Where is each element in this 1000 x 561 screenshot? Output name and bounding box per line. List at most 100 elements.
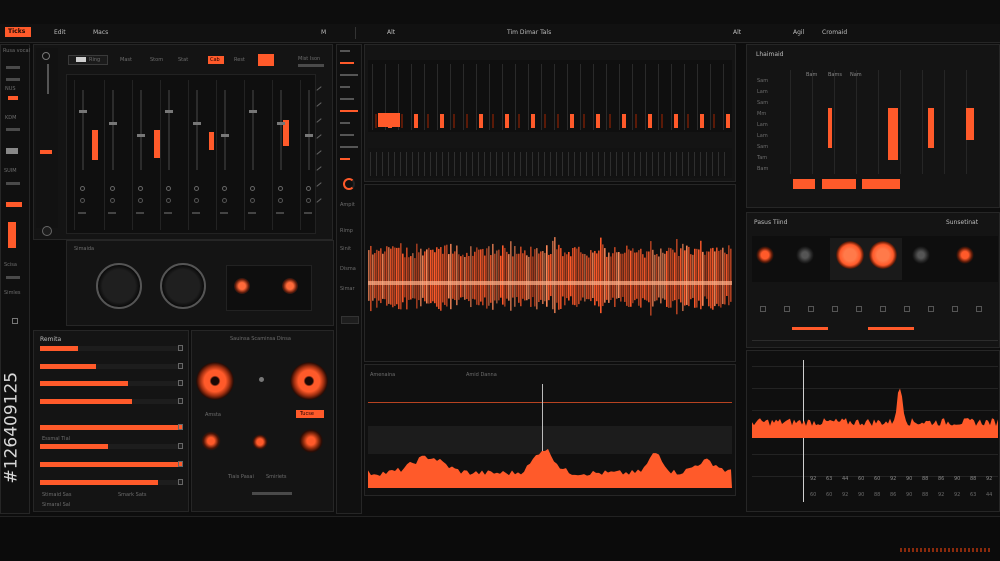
mixer-tab-3-label[interactable]: Stat [178,57,188,64]
channel-fader-track[interactable] [196,90,198,170]
menu-macs[interactable]: Macs [93,29,108,36]
channel-fader-track[interactable] [224,90,226,170]
speaker-right[interactable] [290,362,328,400]
control-glyph[interactable] [952,306,958,312]
sequencer-step[interactable] [492,114,494,128]
sequencer-step[interactable] [700,114,704,128]
sequencer-step[interactable] [609,114,611,128]
right-mid-slider-1[interactable] [792,327,828,330]
channel-knob[interactable] [166,198,171,203]
menu-alt-right[interactable]: Alt [733,29,741,36]
channel-knob[interactable] [194,186,199,191]
control-glyph[interactable] [832,306,838,312]
sidebar-item-1[interactable]: NUS [5,86,16,93]
control-glyph[interactable] [784,306,790,312]
sequencer-step[interactable] [531,114,535,128]
mixer-tab-0[interactable] [68,55,108,65]
sequencer-step[interactable] [596,114,600,128]
mixer-dial[interactable] [42,226,52,236]
sequencer-step[interactable] [427,114,429,128]
bar-toggle[interactable] [178,380,183,386]
control-glyph[interactable] [760,306,766,312]
channel-fader-cap[interactable] [79,110,87,113]
right-top-btn-1[interactable] [793,179,815,189]
sequencer-step[interactable] [375,114,377,128]
side-ring[interactable] [343,178,355,190]
channel-knob[interactable] [138,186,143,191]
channel-fader-cap[interactable] [249,110,257,113]
channel-fader-track[interactable] [112,90,114,170]
gain-knob[interactable] [96,263,142,309]
sequencer-step[interactable] [674,114,678,128]
mixer-tab-2-label[interactable]: Stom [150,57,163,64]
sequencer-step[interactable] [713,114,715,128]
channel-fader-cap[interactable] [109,122,117,125]
bar-toggle[interactable] [178,424,183,430]
channel-fader-cap[interactable] [165,110,173,113]
control-glyph[interactable] [880,306,886,312]
channel-knob[interactable] [166,186,171,191]
bar-toggle[interactable] [178,363,183,369]
spectrum-analyzer[interactable] [752,356,998,506]
channel-fader-cap[interactable] [137,134,145,137]
right-mid-slider-2[interactable] [868,327,914,330]
mixer-small-knob[interactable] [42,52,50,60]
sequencer-step[interactable] [466,114,468,128]
channel-knob[interactable] [306,186,311,191]
menu-edit[interactable]: Edit [54,29,66,36]
bar-toggle[interactable] [178,398,183,404]
menu-agil[interactable]: Agil [793,29,804,36]
right-top-btn-3[interactable] [862,179,900,189]
drive-knob[interactable] [160,263,206,309]
channel-fader-cap[interactable] [277,122,285,125]
right-top-btn-2[interactable] [822,179,856,189]
main-waveform[interactable] [368,214,732,340]
sequencer-step[interactable] [414,114,418,128]
sequencer-step[interactable] [557,114,559,128]
side-strip-button[interactable] [341,316,359,324]
sidebar-item-3[interactable]: SUIM [4,168,17,175]
control-glyph[interactable] [856,306,862,312]
sequencer-step[interactable] [583,114,585,128]
control-glyph[interactable] [976,306,982,312]
channel-knob[interactable] [194,198,199,203]
control-glyph[interactable] [904,306,910,312]
bar-toggle[interactable] [178,443,183,449]
menu-m[interactable]: M [321,29,326,36]
bar-toggle[interactable] [178,479,183,485]
channel-knob[interactable] [110,198,115,203]
channel-knob[interactable] [222,198,227,203]
sequencer-step[interactable] [518,114,520,128]
sequencer-step[interactable] [440,114,444,128]
sequencer-step[interactable] [687,114,689,128]
channel-knob[interactable] [138,198,143,203]
sidebar-item-2[interactable]: KDM [5,115,16,122]
menu-cromaid[interactable]: Cromaid [822,29,847,36]
mixer-rec-button[interactable] [258,54,274,66]
channel-knob[interactable] [80,186,85,191]
sequencer-step[interactable] [635,114,637,128]
channel-fader-track[interactable] [82,90,84,170]
sequencer-step[interactable] [401,114,403,128]
mixer-tab-1-label[interactable]: Mast [120,57,132,64]
channel-fader-cap[interactable] [221,134,229,137]
channel-knob[interactable] [80,198,85,203]
sequencer-step-active[interactable] [378,113,400,127]
channel-fader-track[interactable] [280,90,282,170]
channel-fader-cap[interactable] [193,122,201,125]
mixer-tab-5-label[interactable]: Rest [234,57,245,64]
sequencer-step[interactable] [622,114,626,128]
speaker-left[interactable] [196,362,234,400]
channel-fader-track[interactable] [168,90,170,170]
channel-knob[interactable] [250,186,255,191]
bar-toggle[interactable] [178,345,183,351]
channel-knob[interactable] [222,186,227,191]
sequencer-step[interactable] [544,114,546,128]
sidebar-item-0[interactable]: Rusa vocal [3,48,30,55]
channel-fader-track[interactable] [252,90,254,170]
channel-knob[interactable] [278,198,283,203]
channel-knob[interactable] [110,186,115,191]
speaker-slider[interactable] [252,492,292,495]
sequencer-step[interactable] [479,114,483,128]
lower-waveform[interactable] [368,384,732,488]
